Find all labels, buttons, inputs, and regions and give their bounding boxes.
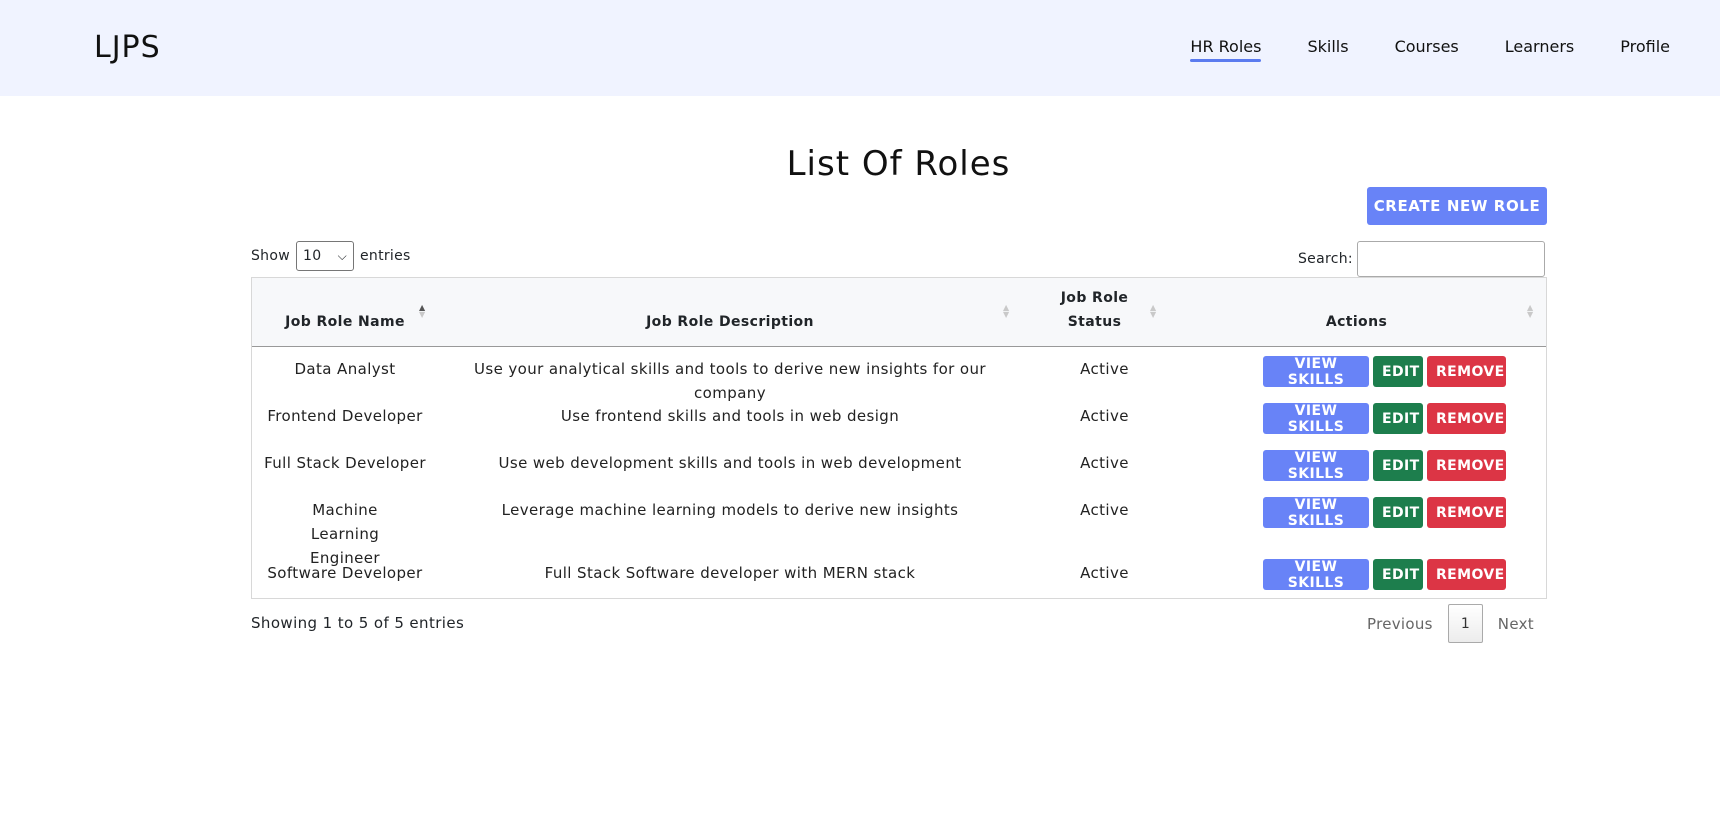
header-job-role-name[interactable]: Job Role Name ▲ ▼: [252, 278, 438, 347]
entries-select-value: 10: [302, 248, 322, 264]
create-new-role-button[interactable]: CREATE NEW ROLE: [1367, 187, 1547, 225]
remove-button[interactable]: REMOVE: [1427, 403, 1506, 434]
nav-item-hr-roles[interactable]: HR Roles: [1190, 37, 1262, 62]
row-actions: VIEW SKILLS EDIT REMOVE: [1263, 559, 1506, 591]
navbar: LJPS HR Roles Skills Courses Learners Pr…: [0, 0, 1720, 96]
edit-button[interactable]: EDIT: [1373, 356, 1423, 387]
cell-job-role-name: Data Analyst: [294, 360, 396, 378]
row-actions: VIEW SKILLS EDIT REMOVE: [1263, 497, 1506, 529]
header-label: Job Role Description: [646, 314, 814, 330]
search-control: Search:: [1298, 241, 1545, 277]
cell-job-role-status: Active: [1080, 360, 1129, 378]
next-page-link[interactable]: Next: [1483, 615, 1549, 633]
view-skills-button[interactable]: VIEW SKILLS: [1263, 403, 1369, 435]
nav-item-courses[interactable]: Courses: [1395, 37, 1459, 62]
edit-button[interactable]: EDIT: [1373, 559, 1423, 590]
view-skills-button[interactable]: VIEW SKILLS: [1263, 450, 1369, 482]
remove-button[interactable]: REMOVE: [1427, 356, 1506, 387]
row-actions: VIEW SKILLS EDIT REMOVE: [1263, 403, 1506, 435]
cell-job-role-status: Active: [1080, 454, 1129, 472]
roles-table: Job Role Name ▲ ▼ Job Role Description ▲ ▼…: [251, 277, 1547, 599]
cell-job-role-status: Active: [1080, 564, 1129, 582]
nav-menu: HR Roles Skills Courses Learners Profile: [1144, 37, 1670, 62]
remove-button[interactable]: REMOVE: [1427, 450, 1506, 481]
sort-icon: ▲ ▼: [1150, 303, 1157, 319]
table-info: Showing 1 to 5 of 5 entries: [251, 614, 465, 632]
brand-logo[interactable]: LJPS: [94, 30, 161, 65]
pagination: Previous 1 Next: [1352, 604, 1549, 643]
edit-button[interactable]: EDIT: [1373, 497, 1423, 528]
sort-icon: ▲ ▼: [1527, 303, 1534, 319]
show-label: Show: [251, 248, 290, 264]
cell-job-role-status: Active: [1080, 407, 1129, 425]
cell-job-role-name: Machine Learning Engineer: [309, 501, 380, 567]
sort-icon: ▲ ▼: [1003, 303, 1010, 319]
nav-item-learners[interactable]: Learners: [1505, 37, 1574, 62]
remove-button[interactable]: REMOVE: [1427, 559, 1506, 590]
edit-button[interactable]: EDIT: [1373, 403, 1423, 434]
row-actions: VIEW SKILLS EDIT REMOVE: [1263, 450, 1506, 482]
table-header: Job Role Name ▲ ▼ Job Role Description ▲ ▼…: [252, 278, 1546, 347]
view-skills-button[interactable]: VIEW SKILLS: [1263, 356, 1369, 388]
header-label: Job Role Name: [285, 314, 405, 330]
view-skills-button[interactable]: VIEW SKILLS: [1263, 559, 1369, 591]
chevron-down-icon: ⌵: [337, 248, 347, 263]
cell-job-role-description: Use your analytical skills and tools to …: [474, 360, 986, 402]
header-label: Job Role Status: [1060, 290, 1129, 330]
row-actions: VIEW SKILLS EDIT REMOVE: [1263, 356, 1506, 388]
remove-button[interactable]: REMOVE: [1427, 497, 1506, 528]
cell-job-role-status: Active: [1080, 501, 1129, 519]
entries-length-control: Show 10 ⌵ entries: [251, 241, 411, 271]
edit-button[interactable]: EDIT: [1373, 450, 1423, 481]
header-label: Actions: [1325, 314, 1388, 330]
cell-job-role-description: Full Stack Software developer with MERN …: [544, 564, 916, 582]
search-input[interactable]: [1356, 241, 1545, 277]
search-label: Search:: [1298, 251, 1353, 267]
nav-item-skills[interactable]: Skills: [1307, 37, 1348, 62]
cell-job-role-name: Software Developer: [267, 564, 423, 582]
header-actions[interactable]: Actions ▲ ▼: [1167, 278, 1546, 347]
cell-job-role-description: Use frontend skills and tools in web des…: [560, 407, 900, 425]
page-1-button[interactable]: 1: [1447, 604, 1483, 643]
nav-item-profile[interactable]: Profile: [1620, 37, 1670, 62]
header-job-role-description[interactable]: Job Role Description ▲ ▼: [438, 278, 1022, 347]
entries-label: entries: [359, 248, 411, 264]
header-job-role-status[interactable]: Job Role Status ▲ ▼: [1022, 278, 1167, 347]
view-skills-button[interactable]: VIEW SKILLS: [1263, 497, 1369, 529]
sort-icon: ▲ ▼: [419, 303, 426, 319]
page-title: List Of Roles: [786, 144, 1011, 184]
entries-select[interactable]: 10 ⌵: [295, 241, 354, 271]
previous-page-link[interactable]: Previous: [1352, 615, 1448, 633]
cell-job-role-name: Full Stack Developer: [264, 454, 426, 472]
cell-job-role-description: Use web development skills and tools in …: [498, 454, 962, 472]
cell-job-role-description: Leverage machine learning models to deri…: [501, 501, 959, 519]
cell-job-role-name: Frontend Developer: [267, 407, 423, 425]
